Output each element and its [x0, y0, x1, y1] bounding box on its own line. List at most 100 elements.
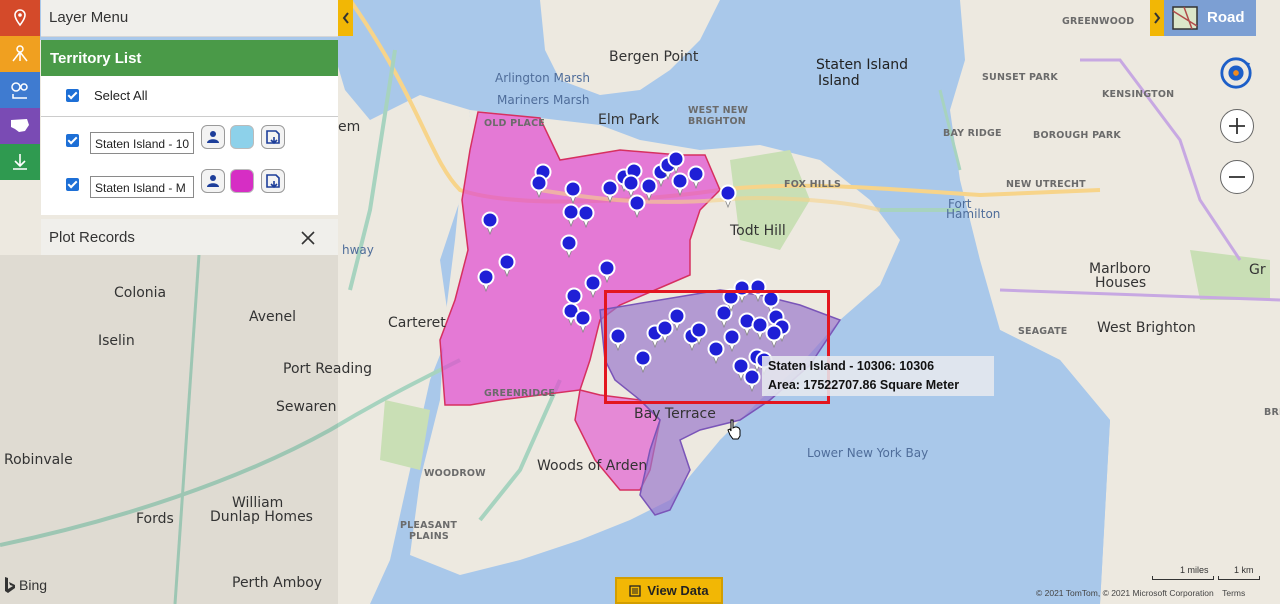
proximity-tool-button[interactable]	[0, 72, 40, 108]
bing-icon	[5, 577, 15, 593]
assign-user-button[interactable]	[201, 125, 225, 149]
expand-map-type-button[interactable]	[1150, 0, 1164, 36]
map-label: Bergen Point	[609, 49, 699, 65]
user-icon	[207, 175, 219, 187]
territory-name-field[interactable]: Staten Island - 10	[90, 132, 194, 154]
copyright-text: © 2021 TomTom, © 2021 Microsoft Corporat…	[1036, 588, 1214, 598]
bing-logo[interactable]: Bing	[4, 576, 47, 594]
select-all-row: Select All	[41, 76, 338, 117]
region-tool-button[interactable]	[0, 108, 40, 144]
map-label: Fords	[136, 511, 174, 527]
download-tool-button[interactable]	[0, 144, 40, 180]
map-label: SEAGATE	[1018, 326, 1068, 337]
mouse-cursor-icon	[727, 419, 741, 440]
map-label: BRIGHTON	[688, 116, 746, 127]
user-icon	[207, 131, 219, 143]
reset-view-button[interactable]	[1219, 56, 1253, 90]
map-label: Gr	[1249, 262, 1266, 278]
tooltip-area: Area: 17522707.86 Square Meter	[768, 378, 960, 392]
scale-miles: 1 miles	[1180, 565, 1209, 575]
territory-tooltip: Staten Island - 10306: 10306 Area: 17522…	[762, 356, 994, 396]
map-label: Colonia	[114, 285, 167, 301]
map-label: NEW UTRECHT	[1006, 179, 1086, 190]
map-search-icon	[11, 82, 28, 99]
map-label: OLD PLACE	[484, 118, 545, 129]
tooltip-title: Staten Island - 10306: 10306	[768, 359, 935, 373]
layer-menu-title: Layer Menu	[49, 9, 129, 26]
territory-name-field[interactable]: Staten Island - M	[90, 176, 194, 198]
map-label: Hamilton	[946, 207, 1001, 221]
map-type-button[interactable]: Road	[1164, 0, 1256, 36]
save-record-icon	[266, 130, 280, 145]
territory-list-title[interactable]: Territory List	[41, 40, 338, 76]
map-label: Carteret	[388, 315, 446, 331]
map-label: Elm Park	[598, 112, 660, 128]
minus-icon	[1229, 176, 1245, 178]
territory-list-panel: Territory List Select All Staten Island …	[41, 40, 338, 215]
view-data-label: View Data	[647, 583, 709, 598]
list-icon	[629, 584, 642, 597]
map-label: Todt Hill	[730, 223, 786, 239]
territory-color-swatch[interactable]	[230, 169, 254, 193]
map-label: WEST NEW	[688, 105, 749, 116]
territory-tool-button[interactable]	[0, 0, 40, 36]
map-label: Iselin	[98, 333, 135, 349]
map-label: PLAINS	[409, 531, 449, 542]
layer-menu-header[interactable]: Layer Menu	[41, 0, 338, 37]
territory-row: Staten Island - M	[41, 164, 338, 208]
plus-icon	[1229, 118, 1245, 134]
map-label: West Brighton	[1097, 320, 1196, 336]
left-toolbar	[0, 0, 40, 180]
close-icon[interactable]	[300, 230, 316, 246]
chevron-left-icon	[342, 12, 349, 24]
save-record-icon	[266, 174, 280, 189]
map-label: Houses	[1095, 275, 1147, 291]
map-label: Lower New York Bay	[807, 446, 929, 460]
territory-color-swatch[interactable]	[230, 125, 254, 149]
select-all-label: Select All	[94, 88, 148, 103]
bing-label: Bing	[19, 577, 48, 593]
terms-link[interactable]: Terms	[1222, 588, 1245, 598]
plot-records-header[interactable]: Plot Records	[41, 219, 338, 255]
map-label: Dunlap Homes	[210, 509, 313, 525]
map-label: WOODROW	[424, 468, 486, 479]
plot-records-title: Plot Records	[49, 229, 135, 246]
territory-checkbox[interactable]	[66, 178, 79, 191]
map-label: BREEZY P	[1264, 407, 1280, 418]
map-label: Woods of Arden	[537, 458, 648, 474]
us-map-icon	[11, 119, 29, 132]
zoom-in-button[interactable]	[1220, 109, 1254, 143]
zoom-out-button[interactable]	[1220, 160, 1254, 194]
map-label: SUNSET PARK	[982, 72, 1058, 83]
save-territory-button[interactable]	[261, 169, 285, 193]
map-label: GREENRIDGE	[484, 388, 556, 399]
map-attribution: © 2021 TomTom, © 2021 Microsoft Corporat…	[1036, 588, 1245, 598]
view-data-button[interactable]: View Data	[615, 577, 723, 604]
map-label: em	[338, 119, 361, 135]
map-type-label: Road	[1207, 9, 1245, 26]
collapse-panel-button[interactable]	[338, 0, 353, 36]
map-label: FOX HILLS	[784, 179, 842, 190]
assign-user-button[interactable]	[201, 169, 225, 193]
territory-checkbox[interactable]	[66, 134, 79, 147]
map-label: hway	[342, 243, 374, 257]
scale-bar-km	[1218, 576, 1260, 580]
route-icon	[12, 45, 28, 62]
map-label: Bay Terrace	[634, 406, 716, 422]
map-label: KENSINGTON	[1102, 89, 1175, 100]
map-label: Perth Amboy	[232, 575, 323, 591]
routing-tool-button[interactable]	[0, 36, 40, 72]
map-label: GREENWOOD	[1062, 16, 1135, 27]
map-label: Sewaren	[276, 399, 337, 415]
map-label: BOROUGH PARK	[1033, 130, 1121, 141]
road-map-icon	[1172, 6, 1198, 30]
map-label: Port Reading	[283, 361, 373, 377]
map-label: Staten Island	[816, 57, 909, 73]
save-territory-button[interactable]	[261, 125, 285, 149]
select-all-checkbox[interactable]	[66, 89, 79, 102]
map-label: Island	[818, 73, 860, 89]
territory-row: Staten Island - 10	[41, 120, 338, 164]
map-label: Robinvale	[4, 452, 73, 468]
scale-bar-miles	[1152, 576, 1214, 580]
map-label: BAY RIDGE	[943, 128, 1002, 139]
